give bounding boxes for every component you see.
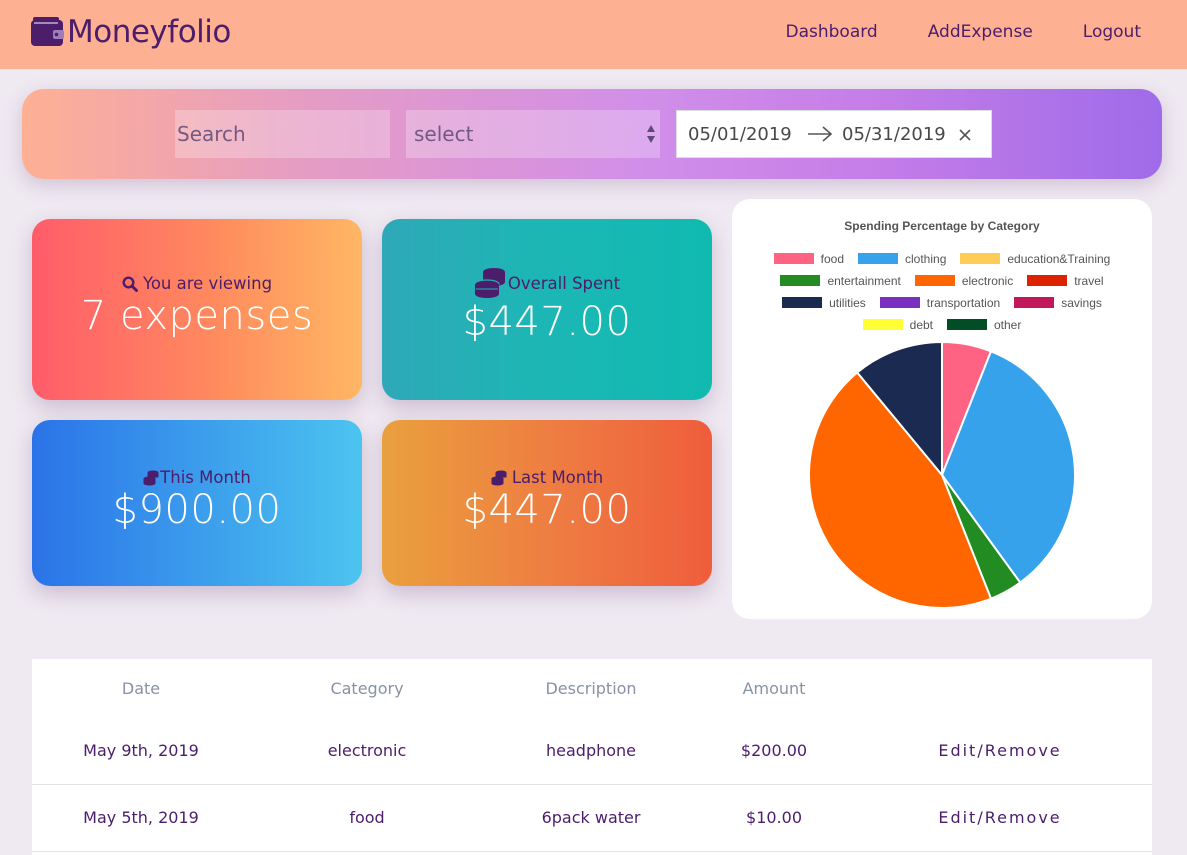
coins-icon	[143, 470, 159, 485]
this-month-value: $900.00	[112, 487, 282, 533]
viewing-card: You are viewing 7 expenses	[32, 219, 362, 400]
search-input[interactable]	[175, 110, 390, 158]
nav-links: Dashboard AddExpense Logout	[785, 22, 1141, 42]
date-range-picker[interactable]: 05/01/2019 05/31/2019	[676, 110, 992, 158]
legend-row: utilities transportation savings	[732, 295, 1152, 310]
legend-row: entertainment electronic travel	[732, 273, 1152, 288]
legend-item-food[interactable]: food	[773, 251, 844, 266]
column-header-amount[interactable]: Amount	[743, 679, 806, 698]
navbar: Moneyfolio Dashboard AddExpense Logout	[0, 0, 1187, 69]
nav-dashboard[interactable]: Dashboard	[785, 22, 877, 42]
legend-swatch	[858, 253, 898, 264]
legend-row: debt other	[732, 317, 1152, 332]
date-start-input[interactable]: 05/01/2019	[688, 124, 792, 145]
nav-logout[interactable]: Logout	[1083, 22, 1141, 42]
nav-add-expense[interactable]: AddExpense	[928, 22, 1033, 42]
legend-item-clothing[interactable]: clothing	[858, 252, 946, 266]
edit-remove-link[interactable]: Edit/Remove	[938, 808, 1061, 827]
overall-value: $447.00	[462, 299, 632, 345]
filter-bar: select 05/01/2019 05/31/2019	[22, 89, 1162, 179]
last-month-card: Last Month $447.00	[382, 420, 712, 586]
legend-label: transportation	[926, 295, 1001, 310]
cell-date: May 5th, 2019	[83, 808, 199, 827]
legend-swatch	[782, 297, 823, 308]
legend-label: travel	[1074, 273, 1104, 288]
cell-amount: $200.00	[740, 741, 808, 760]
overall-label-row: Overall Spent	[382, 267, 712, 299]
legend-label: other	[994, 317, 1022, 332]
legend-swatch	[773, 253, 814, 264]
legend-swatch	[960, 253, 1001, 264]
last-month-value: $447.00	[462, 487, 632, 533]
legend-swatch	[862, 319, 903, 330]
legend-swatch	[947, 319, 987, 330]
date-end-input[interactable]: 05/31/2019	[842, 124, 946, 145]
cell-description: headphone	[545, 741, 637, 760]
viewing-label: You are viewing	[142, 274, 273, 293]
legend-swatch	[914, 275, 955, 286]
coins-icon	[491, 470, 507, 485]
legend-swatch	[780, 275, 821, 286]
table-row[interactable]: May 9th, 2019 electronic headphone $200.…	[32, 717, 1152, 785]
brand[interactable]: Moneyfolio	[31, 14, 231, 50]
table-row[interactable]: May 5th, 2019 food 6pack water $10.00 Ed…	[32, 784, 1152, 852]
this-month-label: This Month	[160, 468, 251, 487]
arrow-right-icon	[808, 126, 833, 142]
category-select-value: select	[414, 122, 474, 146]
overall-label: Overall Spent	[507, 273, 621, 293]
chart-legend: food clothing education&Training entertainm…	[732, 251, 1152, 339]
legend-swatch	[879, 297, 920, 308]
brand-name: Moneyfolio	[67, 14, 231, 50]
legend-label: entertainment	[827, 273, 901, 288]
legend-label: utilities	[829, 295, 866, 310]
last-month-label: Last Month	[511, 468, 604, 487]
legend-label: savings	[1061, 295, 1102, 310]
legend-item-transportation[interactable]: transportation	[879, 295, 1001, 310]
overall-spent-card: Overall Spent $447.00	[382, 219, 712, 400]
legend-item-travel[interactable]: travel	[1027, 273, 1104, 288]
this-month-label-row: This Month	[32, 468, 362, 487]
close-icon[interactable]	[958, 128, 972, 142]
legend-label: clothing	[905, 251, 947, 266]
legend-label: debt	[909, 317, 933, 332]
legend-label: electronic	[961, 273, 1014, 288]
coins-icon	[474, 268, 505, 298]
cell-amount: $10.00	[746, 808, 802, 827]
cell-description: 6pack water	[541, 808, 641, 827]
legend-item-debt[interactable]: debt	[862, 317, 933, 332]
legend-swatch	[1027, 275, 1068, 286]
column-header-category[interactable]: Category	[330, 679, 403, 698]
viewing-value: 7 expenses	[80, 293, 314, 339]
legend-item-education-training[interactable]: education&Training	[960, 252, 1110, 266]
legend-swatch	[1014, 297, 1055, 308]
legend-item-other[interactable]: other	[947, 318, 1021, 332]
legend-label: education&Training	[1007, 251, 1111, 266]
legend-row: food clothing education&Training	[732, 251, 1152, 266]
chart-title: Spending Percentage by Category	[844, 219, 1040, 233]
cell-category: food	[349, 808, 385, 827]
search-icon	[122, 275, 138, 292]
last-month-label-row: Last Month	[382, 468, 712, 487]
cell-date: May 9th, 2019	[83, 741, 199, 760]
legend-item-entertainment[interactable]: entertainment	[780, 273, 901, 288]
legend-item-utilities[interactable]: utilities	[782, 296, 866, 310]
edit-remove-link[interactable]: Edit/Remove	[938, 741, 1061, 760]
wallet-icon	[31, 17, 64, 46]
select-arrows-icon	[647, 125, 655, 143]
this-month-card: This Month $900.00	[32, 420, 362, 586]
legend-label: food	[820, 251, 844, 266]
cell-category: electronic	[327, 741, 407, 760]
column-header-description[interactable]: Description	[545, 679, 636, 698]
column-header-date[interactable]: Date	[122, 679, 160, 698]
expenses-table: Date Category Description Amount May 9th…	[32, 659, 1152, 855]
category-select[interactable]: select	[406, 110, 660, 158]
chart-panel: Spending Percentage by Category food clot…	[732, 199, 1152, 619]
legend-item-electronic[interactable]: electronic	[914, 273, 1014, 288]
viewing-label-row: You are viewing	[32, 274, 362, 293]
legend-item-savings[interactable]: savings	[1014, 296, 1102, 310]
